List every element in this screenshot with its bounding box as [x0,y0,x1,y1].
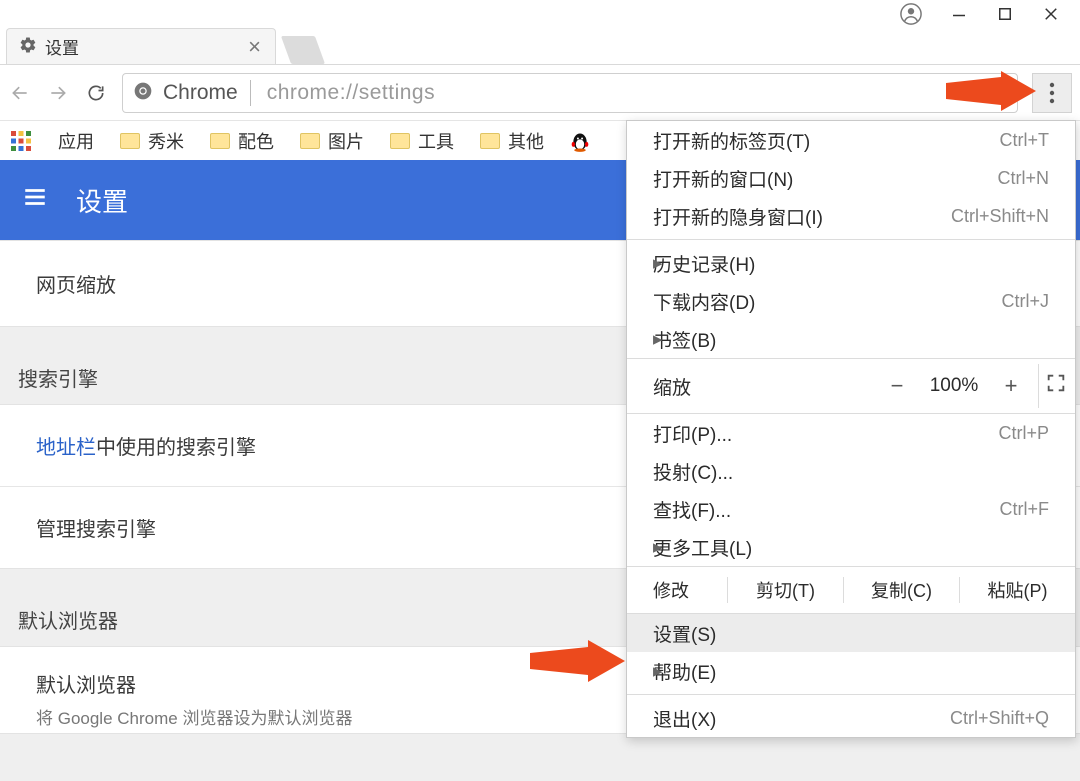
address-bar-link[interactable]: 地址栏 [36,437,96,459]
url-bar[interactable]: Chrome chrome://settings [122,73,1018,113]
fullscreen-icon[interactable] [1045,372,1067,400]
bookmark-qq-icon[interactable] [570,130,590,152]
menu-cut[interactable]: 剪切(T) [727,577,843,603]
url-host: Chrome [163,81,238,105]
gear-icon [19,36,37,58]
folder-icon [480,133,500,149]
bookmarks-apps-label[interactable]: 应用 [58,128,94,154]
apps-icon[interactable] [10,130,32,152]
menu-history[interactable]: 历史记录(H)▸ [627,244,1075,282]
bookmark-item[interactable]: 配色 [210,128,274,154]
tab-settings[interactable]: 设置 × [6,28,276,64]
bookmark-label: 秀米 [148,128,184,154]
bookmark-item[interactable]: 工具 [390,128,454,154]
settings-title: 设置 [76,182,128,219]
bookmark-label: 工具 [418,128,454,154]
menu-edit-row: 修改 剪切(T) 复制(C) 粘贴(P) [627,566,1075,614]
folder-icon [390,133,410,149]
chrome-logo-icon [133,81,153,105]
url-separator [250,80,251,106]
chrome-menu-button[interactable] [1032,73,1072,113]
menu-help[interactable]: 帮助(E)▸ [627,652,1075,690]
nav-back-icon[interactable] [8,81,32,105]
menu-new-window[interactable]: 打开新的窗口(N)Ctrl+N [627,159,1075,197]
menu-zoom-row: 缩放 − 100% + [627,358,1075,414]
menu-cast[interactable]: 投射(C)... [627,452,1075,490]
menu-more-tools[interactable]: 更多工具(L)▸ [627,528,1075,566]
menu-exit[interactable]: 退出(X)Ctrl+Shift+Q [627,699,1075,737]
minimize-icon[interactable] [950,5,968,27]
menu-settings[interactable]: 设置(S) [627,614,1075,652]
hamburger-icon[interactable] [22,184,48,217]
tab-title: 设置 [45,34,79,59]
menu-new-tab[interactable]: 打开新的标签页(T)Ctrl+T [627,121,1075,159]
address-bar-suffix: 中使用的搜索引擎 [96,437,256,459]
toolbar: Chrome chrome://settings [0,64,1080,120]
zoom-label: 缩放 [653,373,691,400]
close-icon[interactable] [1042,5,1060,27]
maximize-icon[interactable] [996,5,1014,27]
chrome-menu: 打开新的标签页(T)Ctrl+T 打开新的窗口(N)Ctrl+N 打开新的隐身窗… [626,120,1076,738]
menu-paste[interactable]: 粘贴(P) [959,577,1075,603]
bookmark-item[interactable]: 其他 [480,128,544,154]
zoom-out-button[interactable]: − [876,373,918,399]
new-tab-button[interactable] [281,36,325,64]
page-zoom-label: 网页缩放 [36,275,116,297]
menu-downloads[interactable]: 下载内容(D)Ctrl+J [627,282,1075,320]
bookmark-item[interactable]: 秀米 [120,128,184,154]
bookmark-label: 图片 [328,128,364,154]
bookmark-label: 其他 [508,128,544,154]
zoom-in-button[interactable]: + [990,373,1032,399]
manage-engines-label: 管理搜索引擎 [36,519,156,541]
reload-icon[interactable] [84,81,108,105]
bookmark-item[interactable]: 图片 [300,128,364,154]
menu-incognito[interactable]: 打开新的隐身窗口(I)Ctrl+Shift+N [627,197,1075,235]
menu-bookmarks[interactable]: 书签(B)▸ [627,320,1075,358]
edit-label: 修改 [627,577,727,603]
tab-strip: 设置 × [0,26,1080,64]
menu-find[interactable]: 查找(F)...Ctrl+F [627,490,1075,528]
url-path: chrome://settings [267,81,435,105]
folder-icon [210,133,230,149]
menu-print[interactable]: 打印(P)...Ctrl+P [627,414,1075,452]
menu-copy[interactable]: 复制(C) [843,577,959,603]
nav-forward-icon[interactable] [46,81,70,105]
folder-icon [120,133,140,149]
folder-icon [300,133,320,149]
bookmark-label: 配色 [238,128,274,154]
zoom-value: 100% [918,375,990,397]
tab-close-icon[interactable]: × [248,36,261,58]
